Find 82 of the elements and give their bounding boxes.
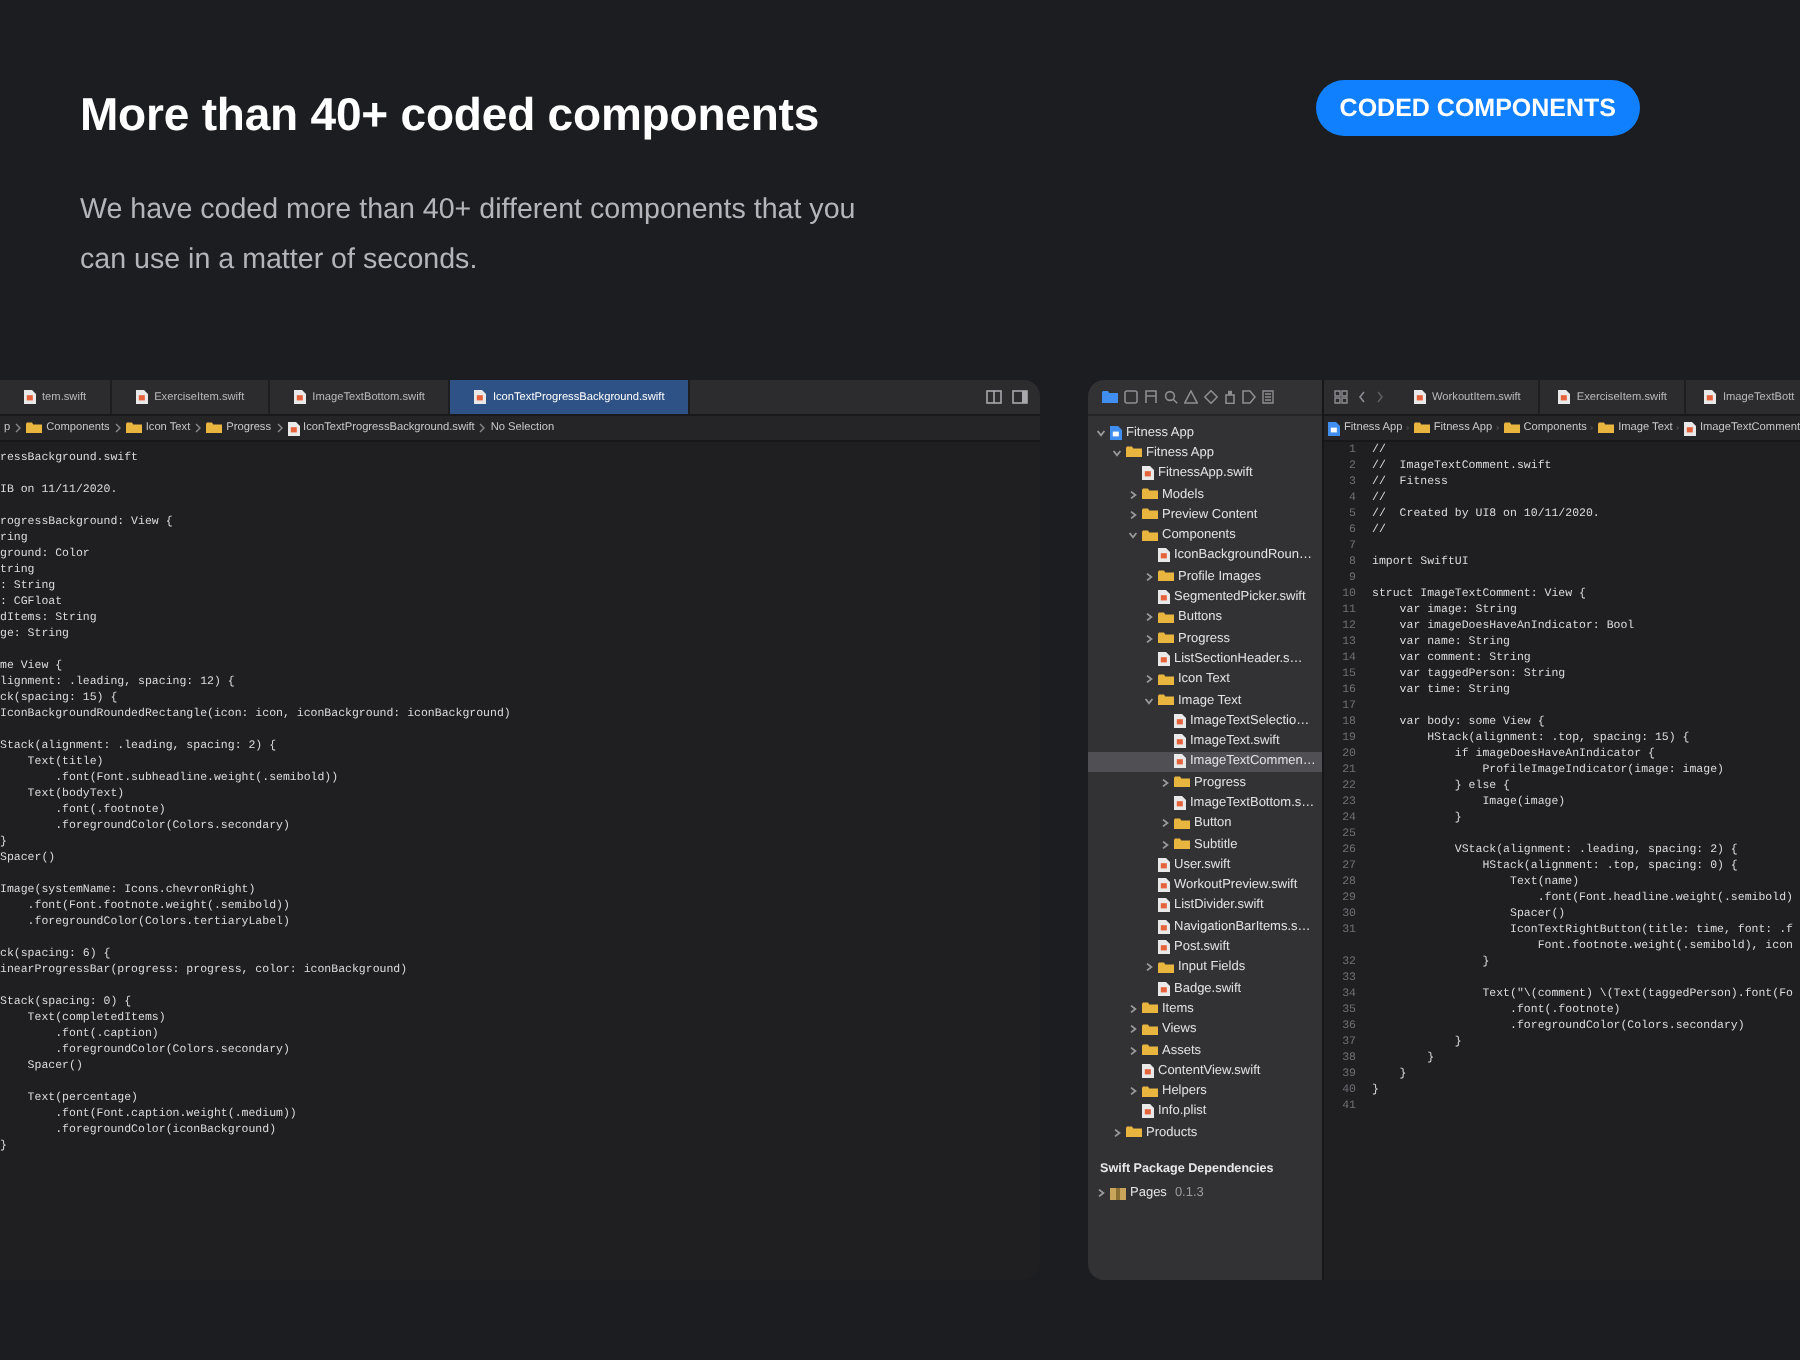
chevron-icon[interactable] [1128, 1024, 1138, 1035]
chevron-icon[interactable] [1160, 839, 1170, 850]
chevron-icon[interactable] [1096, 1188, 1106, 1199]
file-icon [1158, 981, 1170, 996]
chevron-icon[interactable] [1128, 509, 1138, 520]
file-icon [1158, 548, 1170, 563]
chevron-icon[interactable] [1128, 1086, 1138, 1097]
chevron-icon[interactable] [1160, 818, 1170, 829]
chevron-icon [194, 422, 203, 434]
chevron-icon [478, 422, 487, 434]
file-icon [294, 390, 307, 404]
file-icon [1142, 466, 1154, 481]
chevron-icon[interactable] [1128, 1003, 1138, 1014]
chevron-icon[interactable] [1144, 571, 1154, 582]
grid-icon[interactable] [1334, 390, 1348, 404]
page-description: We have coded more than 40+ different components that you can use in a matter of seconds. [80, 192, 858, 280]
folder-icon [1158, 570, 1174, 583]
chevron-icon[interactable] [1112, 1127, 1122, 1138]
panel-icon[interactable] [1012, 390, 1028, 404]
diamond-icon[interactable] [1204, 390, 1218, 404]
chevron-icon[interactable] [1144, 962, 1154, 973]
page-title: More than 40+ coded components [80, 88, 822, 142]
file-icon [1174, 795, 1186, 810]
document-icon[interactable] [1262, 390, 1274, 404]
folder-icon [206, 422, 223, 434]
section-badge: CODED COMPONENTS [1315, 80, 1640, 136]
file-icon [1174, 754, 1186, 769]
file-icon [1158, 919, 1170, 934]
file-icon [1142, 1104, 1154, 1119]
folder-icon [26, 422, 43, 434]
chevron-icon [1590, 422, 1595, 434]
folder-icon [125, 422, 142, 434]
chevron-icon [275, 422, 284, 434]
file-icon [1158, 857, 1170, 872]
file-icon [24, 390, 36, 404]
chevron-icon[interactable] [1144, 633, 1154, 644]
warning-icon[interactable] [1184, 390, 1198, 404]
file-icon [1683, 421, 1696, 435]
folder-icon[interactable] [1102, 390, 1118, 404]
folder-icon [1142, 1085, 1158, 1098]
file-icon [1174, 713, 1186, 728]
file-icon [474, 390, 487, 404]
chevron-icon[interactable] [1112, 447, 1122, 458]
chevron-icon[interactable] [1128, 489, 1138, 500]
chevron-icon[interactable] [1128, 1045, 1138, 1056]
hierarchy-icon[interactable] [1144, 390, 1158, 404]
folder-icon [1126, 446, 1142, 459]
file-icon [1158, 651, 1170, 666]
tag-icon[interactable] [1242, 390, 1256, 404]
back-icon[interactable] [1358, 390, 1366, 404]
project-icon [1110, 425, 1122, 440]
chevron-icon [14, 422, 23, 434]
file-icon [1158, 878, 1170, 893]
folder-icon [1174, 776, 1190, 789]
chevron-icon[interactable] [1144, 612, 1154, 623]
file-icon [1558, 390, 1571, 404]
folder-icon [1126, 1126, 1142, 1139]
file-icon [1158, 940, 1170, 955]
chevron-icon[interactable] [1128, 530, 1138, 541]
chevron-icon[interactable] [1160, 777, 1170, 788]
file-icon [1158, 898, 1170, 913]
split-view-icon[interactable] [986, 390, 1002, 404]
folder-icon [1598, 422, 1615, 434]
file-icon [1704, 390, 1717, 404]
file-icon [1174, 734, 1186, 749]
file-icon [1414, 390, 1426, 404]
file-icon [1142, 1063, 1154, 1078]
file-icon [287, 421, 300, 435]
chevron-icon[interactable] [1144, 695, 1154, 705]
folder-icon [1158, 961, 1174, 974]
project-icon [1328, 421, 1340, 435]
folder-icon [1413, 422, 1430, 434]
chevron-icon[interactable] [1144, 674, 1154, 685]
package-icon [1110, 1187, 1126, 1200]
folder-icon [1503, 422, 1520, 434]
file-icon [1158, 590, 1170, 605]
square-icon[interactable] [1124, 390, 1138, 404]
file-icon [136, 390, 149, 404]
search-icon[interactable] [1164, 390, 1178, 404]
chevron-icon[interactable] [1096, 427, 1106, 438]
chevron-icon [113, 422, 122, 434]
spray-icon[interactable] [1224, 390, 1236, 404]
